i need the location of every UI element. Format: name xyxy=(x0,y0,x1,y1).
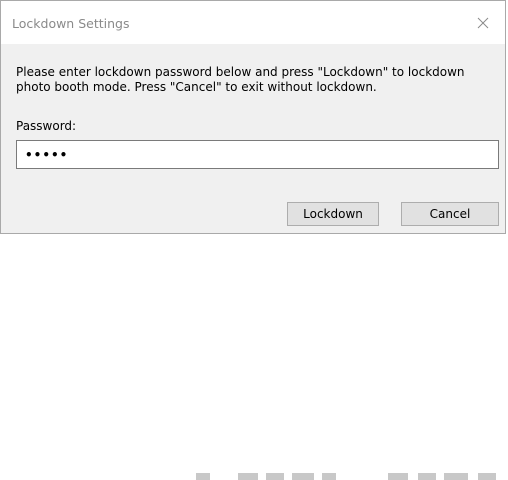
lockdown-settings-dialog: Lockdown Settings Please enter lockdown … xyxy=(0,0,506,234)
close-button[interactable] xyxy=(461,1,505,44)
background-window xyxy=(0,234,508,480)
close-icon xyxy=(477,17,489,28)
instruction-message: Please enter lockdown password below and… xyxy=(16,65,465,94)
password-value: ••••• xyxy=(25,147,69,162)
dialog-title: Lockdown Settings xyxy=(12,16,130,31)
cancel-button[interactable]: Cancel xyxy=(401,202,499,226)
password-label: Password: xyxy=(16,119,77,133)
background-graphic xyxy=(196,473,496,480)
password-field[interactable]: ••••• xyxy=(16,140,499,169)
title-bar: Lockdown Settings xyxy=(1,1,505,44)
lockdown-button[interactable]: Lockdown xyxy=(287,202,379,226)
